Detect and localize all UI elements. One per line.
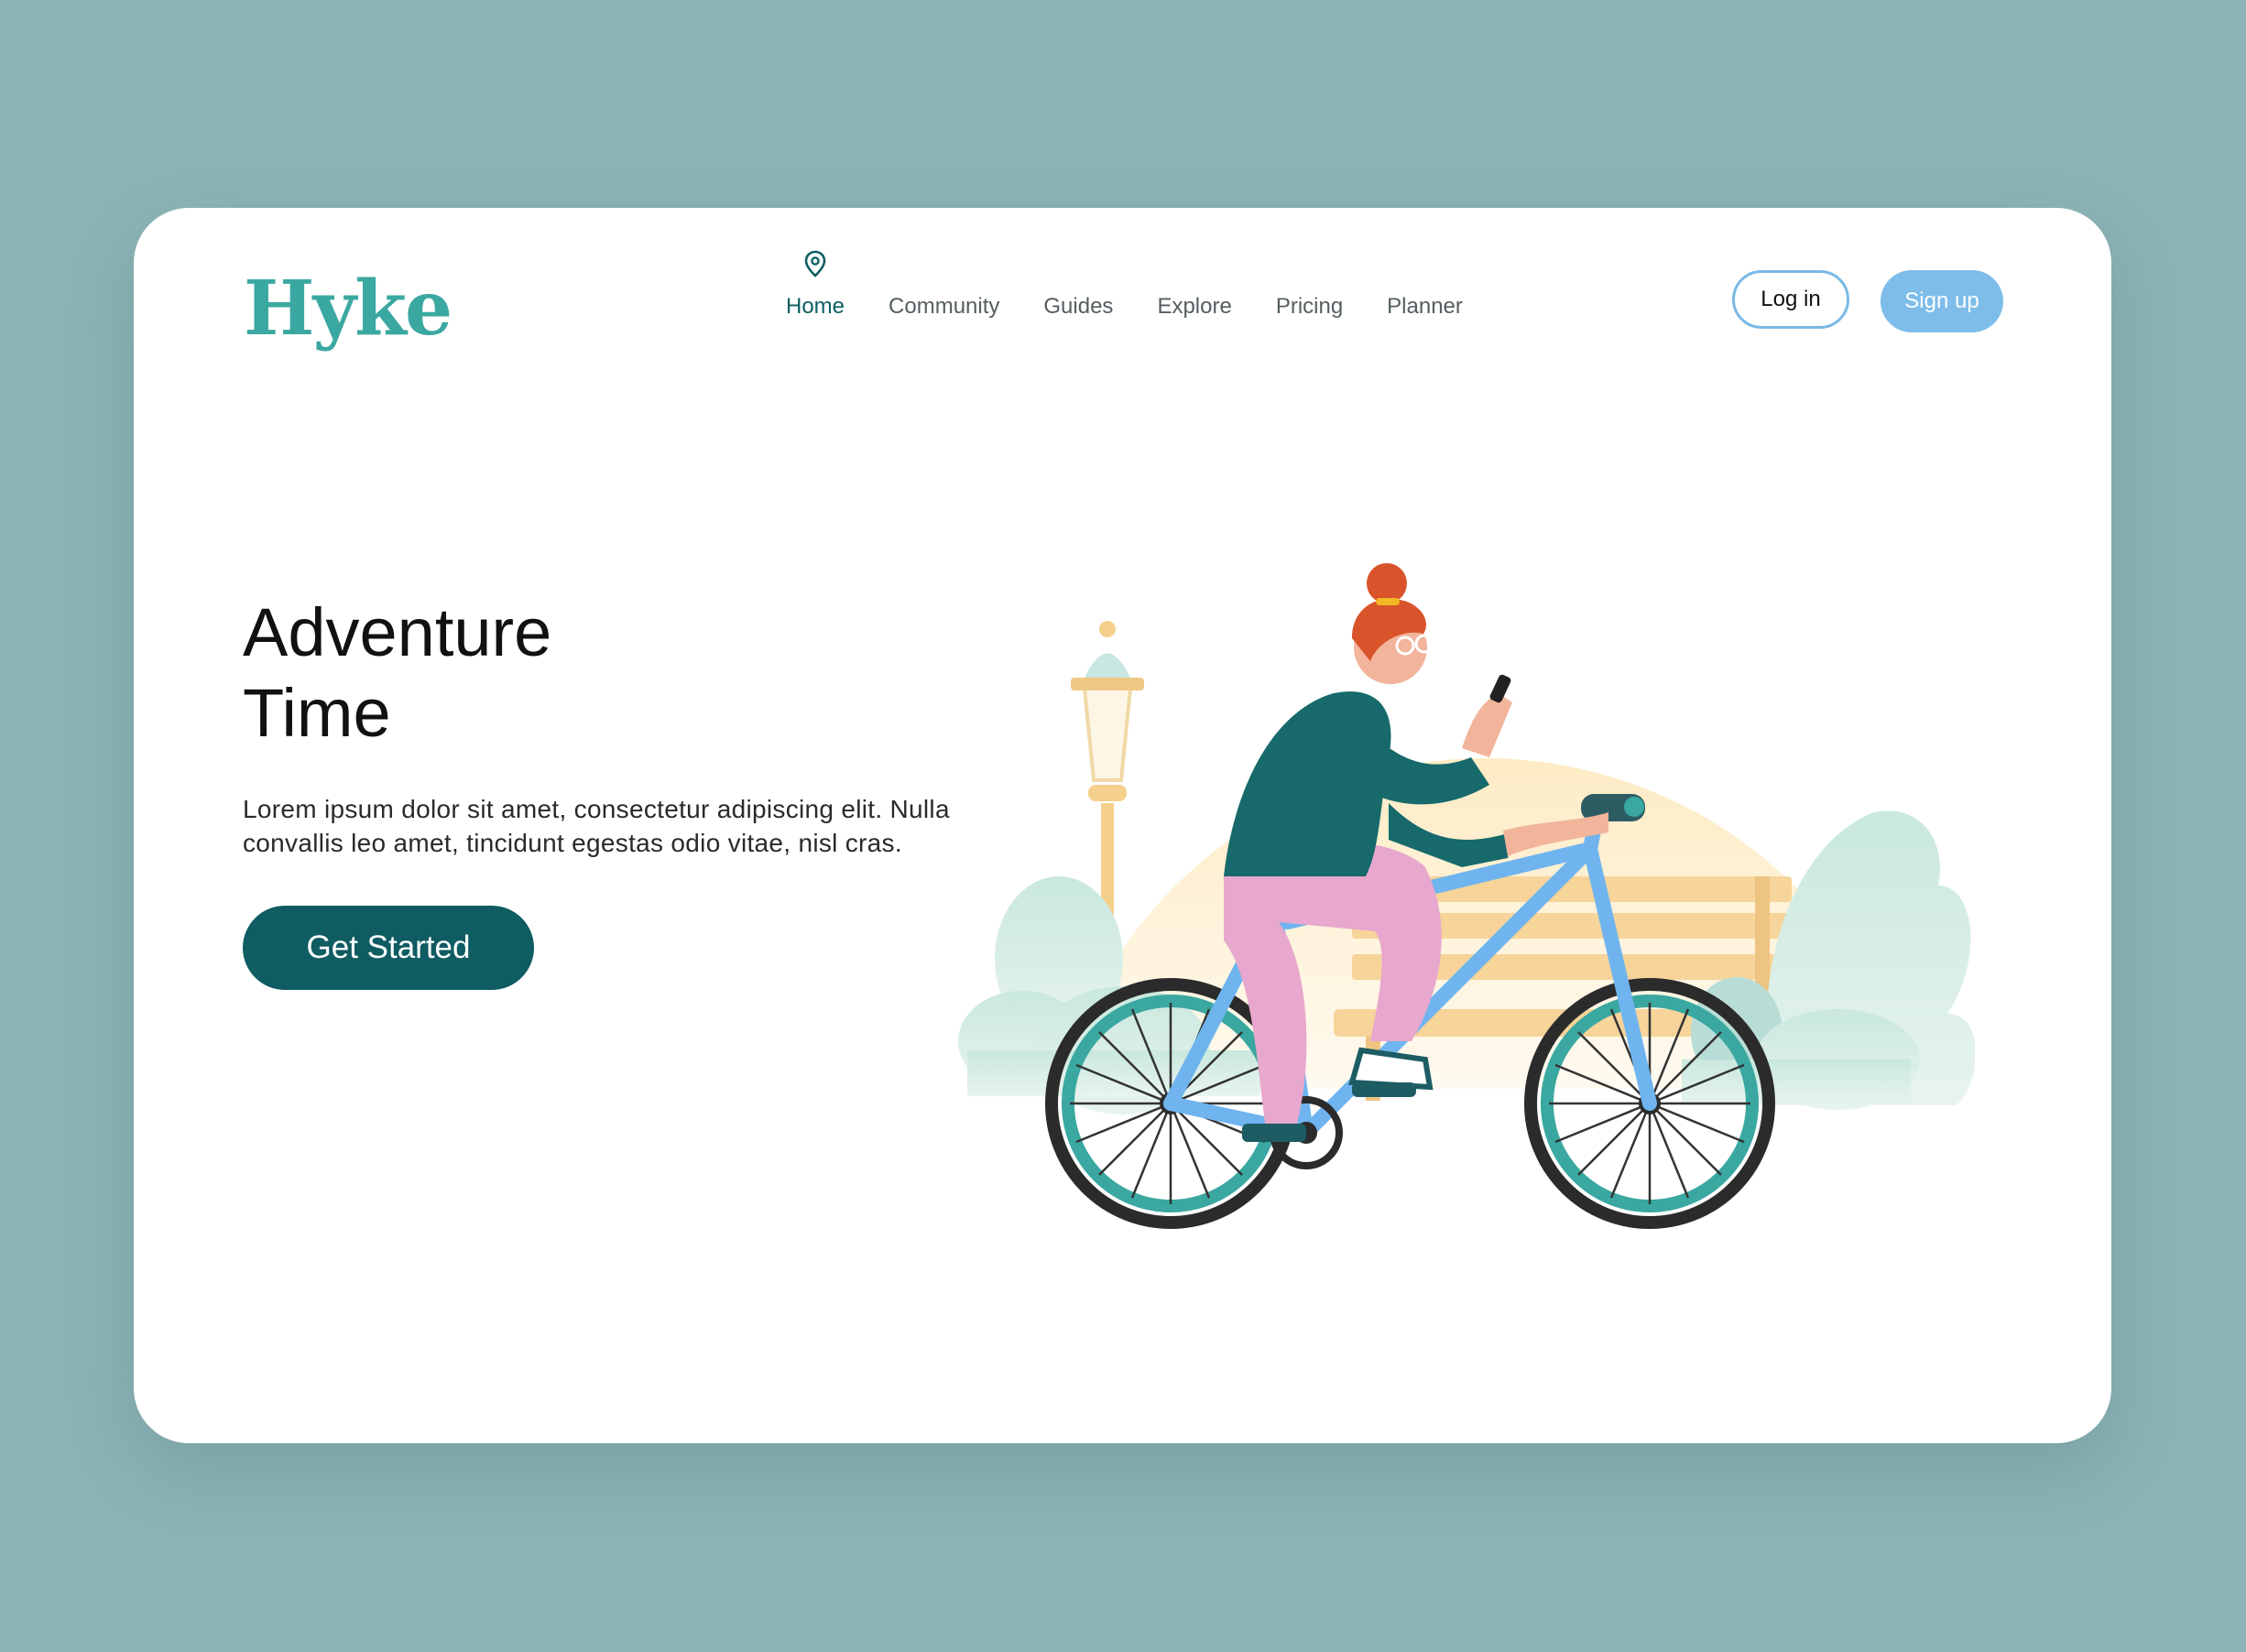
nav-planner[interactable]: Planner [1387,290,1463,320]
nav-home-label: Home [786,294,845,319]
woman-cycling-illustration [958,563,1975,1229]
nav-home[interactable]: Home [786,250,845,320]
nav-pricing[interactable]: Pricing [1276,290,1343,320]
bike-handlebar-cap [1624,797,1644,817]
hero-title-line2: Time [243,675,391,751]
landing-card: Hyke Home Community Guides Explore Prici… [134,208,2111,1443]
signup-button[interactable]: Sign up [1881,270,2003,332]
main-nav: Home Community Guides Explore Pricing Pl… [786,250,1463,320]
nav-guides[interactable]: Guides [1043,290,1113,320]
cloud-right [1407,618,1663,757]
logo[interactable]: Hyke [244,265,452,353]
hero-description: Lorem ipsum dolor sit amet, consectetur … [243,795,950,857]
location-pin-icon [804,250,826,277]
hero-title-line1: Adventure [243,594,552,670]
nav-explore[interactable]: Explore [1157,290,1231,320]
hero-title: Adventure Time [243,592,792,754]
get-started-button[interactable]: Get Started [243,906,534,990]
cloud-left [1164,567,1302,638]
nav-community[interactable]: Community [889,290,999,320]
login-button[interactable]: Log in [1732,270,1849,329]
